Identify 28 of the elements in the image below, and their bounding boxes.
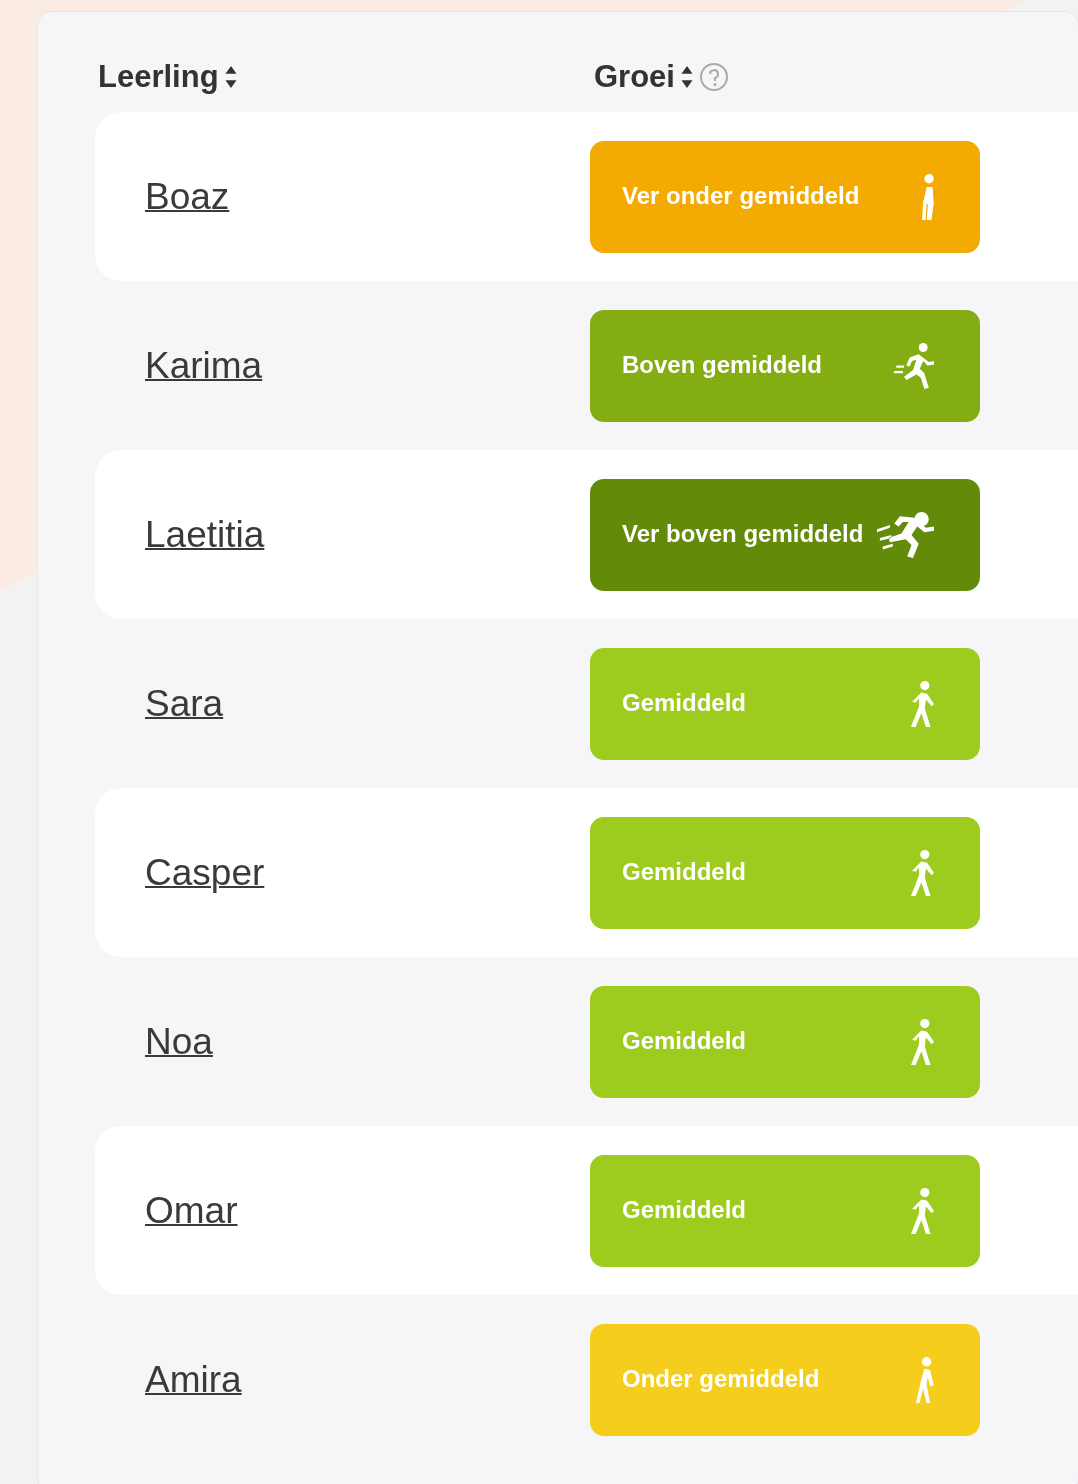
walking-person-icon: [911, 1018, 934, 1065]
column-header[interactable]: Leerling: [98, 59, 219, 95]
walking-person-icon: [911, 1187, 934, 1234]
growth-badge: Onder gemiddeld: [590, 1323, 980, 1436]
student-name-link[interactable]: Omar: [95, 1189, 590, 1232]
student-name-link[interactable]: Sara: [95, 682, 590, 725]
student-name-link[interactable]: Noa: [95, 1020, 590, 1063]
student-name-link[interactable]: Karima: [95, 344, 590, 387]
growth-badge: Boven gemiddeld: [590, 309, 980, 422]
walking-person-icon: [911, 849, 934, 896]
student-name-link[interactable]: Amira: [95, 1358, 590, 1401]
growth-badge: Ver onder gemiddeld: [590, 140, 980, 253]
running-person-icon: [893, 342, 934, 389]
student-name-link[interactable]: Casper: [95, 851, 590, 894]
student-name-link[interactable]: Laetitia: [95, 513, 590, 556]
walking-person-icon: [916, 1356, 934, 1403]
growth-badge: Gemiddeld: [590, 985, 980, 1098]
column-header[interactable]: Groei: [594, 59, 675, 95]
running-person-icon: [876, 511, 934, 558]
sort-icon[interactable]: [680, 66, 693, 88]
walking-person-icon: [922, 173, 934, 220]
sort-icon[interactable]: [224, 66, 237, 88]
growth-badge: Ver boven gemiddeld: [590, 478, 980, 591]
student-name-link[interactable]: Boaz: [95, 175, 590, 218]
growth-badge: Gemiddeld: [590, 647, 980, 760]
growth-badge: Gemiddeld: [590, 1154, 980, 1267]
walking-person-icon: [911, 680, 934, 727]
growth-badge: Gemiddeld: [590, 816, 980, 929]
